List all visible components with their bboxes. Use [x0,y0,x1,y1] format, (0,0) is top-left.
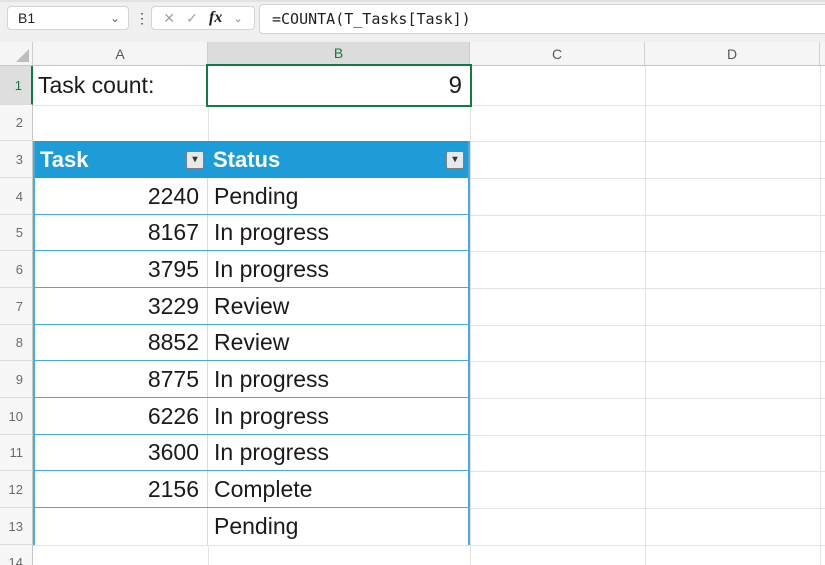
task-cell[interactable]: 2240 [35,178,208,214]
column-header-c[interactable]: C [470,42,645,65]
formula-actions: ✕ ✓ fx ⌄ [151,6,255,30]
row-header-10[interactable]: 10 [0,398,33,435]
table-row: 6226 In progress [35,398,468,435]
formula-bar: B1 ⌄ ⋮ ✕ ✓ fx ⌄ =COUNTA(T_Tasks[Task]) [0,0,825,42]
table-row: 2156 Complete [35,471,468,508]
status-cell[interactable]: In progress [208,398,468,434]
formula-input[interactable]: =COUNTA(T_Tasks[Task]) [259,4,825,34]
name-box-value: B1 [18,10,36,26]
status-cell[interactable]: In progress [208,251,468,287]
status-cell[interactable]: In progress [208,435,468,470]
task-cell[interactable] [35,508,208,545]
table-row: 3795 In progress [35,251,468,288]
table-row: 8167 In progress [35,215,468,251]
select-all-corner[interactable] [0,42,33,65]
gridline-h [33,545,825,546]
spreadsheet-app: B1 ⌄ ⋮ ✕ ✓ fx ⌄ =COUNTA(T_Tasks[Task]) A… [0,0,825,565]
filter-arrow-icon: ▾ [452,153,458,165]
enter-icon[interactable]: ✓ [186,10,198,27]
row-header-11[interactable]: 11 [0,435,33,471]
column-header-a[interactable]: A [33,42,208,65]
task-cell[interactable]: 3229 [35,288,208,324]
chevron-down-icon[interactable]: ⌄ [234,12,243,25]
row-header-5[interactable]: 5 [0,215,33,251]
table-header-row: Task ▾ Status ▾ [35,141,468,178]
task-cell[interactable]: 8852 [35,325,208,360]
selected-cell-b1[interactable]: 9 [206,64,472,107]
cell-a1[interactable]: Task count: [33,66,208,105]
filter-dropdown-button[interactable]: ▾ [186,150,204,169]
chevron-down-icon[interactable]: ⌄ [110,12,128,24]
task-cell[interactable]: 2156 [35,471,208,507]
status-cell[interactable]: In progress [208,361,468,397]
column-header-d[interactable]: D [645,42,820,65]
row-header-14[interactable]: 14 [0,545,33,565]
row-header-7[interactable]: 7 [0,288,33,325]
status-cell[interactable]: Review [208,288,468,324]
row-header-1[interactable]: 1 [0,66,33,105]
kebab-separator-icon: ⋮ [135,9,149,26]
status-cell[interactable]: Complete [208,471,468,507]
table-header-status-label: Status [213,146,281,172]
column-header-b[interactable]: B [208,42,470,66]
select-all-triangle-icon [16,49,29,62]
row-header-6[interactable]: 6 [0,251,33,288]
table-row: 3600 In progress [35,435,468,471]
row-header-13[interactable]: 13 [0,508,33,545]
formula-text: =COUNTA(T_Tasks[Task]) [272,10,471,28]
row-header-8[interactable]: 8 [0,325,33,361]
row-header-9[interactable]: 9 [0,361,33,398]
status-cell[interactable]: Pending [208,178,468,214]
task-cell[interactable]: 3600 [35,435,208,470]
table-row: 8852 Review [35,325,468,361]
status-cell[interactable]: Review [208,325,468,360]
cancel-icon[interactable]: ✕ [163,10,175,27]
name-box[interactable]: B1 ⌄ [7,6,129,30]
column-header-partial[interactable] [820,42,825,65]
table-row: Pending [35,508,468,545]
row-header-2[interactable]: 2 [0,105,33,141]
insert-function-icon[interactable]: fx [209,9,222,27]
row-header-4[interactable]: 4 [0,178,33,215]
row-header-3[interactable]: 3 [0,141,33,178]
column-header-row: A B C D [0,42,825,66]
table-row: 2240 Pending [35,178,468,215]
table-header-task[interactable]: Task ▾ [35,141,208,178]
task-cell[interactable]: 8775 [35,361,208,397]
table-header-status[interactable]: Status ▾ [208,141,468,178]
filter-arrow-icon: ▾ [192,153,198,165]
filter-dropdown-button[interactable]: ▾ [446,150,464,169]
task-cell[interactable]: 3795 [35,251,208,287]
status-cell[interactable]: Pending [208,508,468,545]
table-row: 8775 In progress [35,361,468,398]
table-header-task-label: Task [40,146,89,172]
row-header-12[interactable]: 12 [0,471,33,508]
task-cell[interactable]: 8167 [35,215,208,250]
table-row: 3229 Review [35,288,468,325]
tasks-table: Task ▾ Status ▾ 2240 Pending 8167 In pro… [33,141,470,545]
status-cell[interactable]: In progress [208,215,468,250]
task-cell[interactable]: 6226 [35,398,208,434]
